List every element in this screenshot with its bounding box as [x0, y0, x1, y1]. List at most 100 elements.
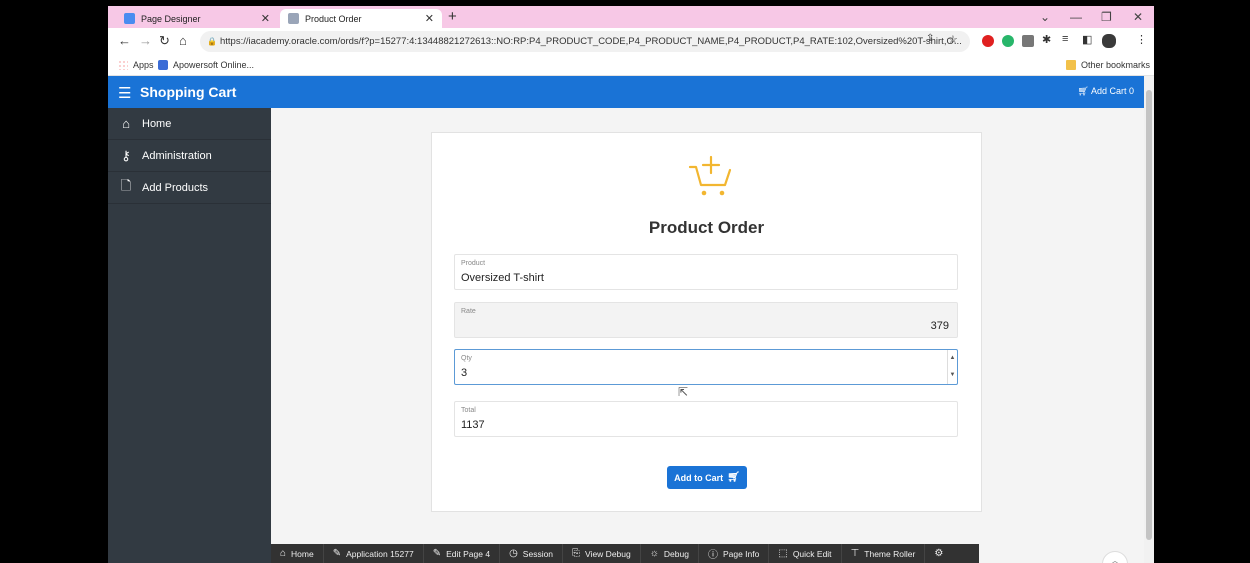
gear-icon: ⚙	[934, 548, 944, 559]
bug-icon: ☼	[649, 548, 659, 559]
product-value: Oversized T-shirt	[461, 272, 544, 284]
app-title[interactable]: Shopping Cart	[140, 84, 236, 100]
reload-button[interactable]: ↻	[159, 33, 170, 49]
minimize-button[interactable]: —	[1070, 10, 1082, 24]
apowersoft-bookmark[interactable]: Apowersoft Online...	[158, 60, 254, 70]
close-window-button[interactable]: ✕	[1133, 10, 1143, 24]
devbar-label: Debug	[663, 548, 689, 559]
back-button[interactable]: ←	[118, 33, 131, 48]
product-order-card: Product Order Product Oversized T-shirt …	[431, 132, 982, 512]
folder-icon	[1066, 60, 1076, 70]
developer-toolbar: ⌂ Home ✎ Application 15277 ✎ Edit Page 4 ◷ S…	[271, 544, 979, 563]
new-tab-button[interactable]: +	[448, 8, 457, 25]
devbar-settings[interactable]: ⚙	[925, 544, 957, 563]
rate-value: 379	[930, 320, 949, 332]
grammarly-extension-icon[interactable]	[1002, 35, 1014, 47]
share-icon[interactable]: ⇪	[926, 33, 934, 44]
devbar-label: Quick Edit	[792, 548, 832, 559]
clock-icon: ◷	[509, 548, 518, 559]
sidebar-item-administration[interactable]: ⚷ Administration	[108, 140, 271, 172]
app-header: ☰ Shopping Cart 🛒︎ Add Cart 0	[108, 76, 1144, 108]
rate-label: Rate	[461, 308, 476, 315]
view-debug-icon: ⎘	[572, 548, 581, 559]
sidebar-item-home[interactable]: ⌂ Home	[108, 108, 271, 140]
extension-icon[interactable]	[1022, 35, 1034, 47]
quick-edit-icon: ⬚	[778, 548, 788, 559]
sidebar-item-label: Home	[142, 117, 172, 130]
tab-page-designer[interactable]: Page Designer ✕	[116, 9, 278, 28]
devbar-label: Home	[291, 548, 314, 559]
menu-dots-icon[interactable]: ⋮	[1136, 33, 1147, 46]
profile-avatar[interactable]	[1102, 34, 1116, 48]
devbar-page-info[interactable]: ⓘ Page Info	[699, 544, 770, 563]
restore-button[interactable]: ❐	[1101, 10, 1112, 24]
add-cart-label: Add Cart 0	[1090, 86, 1134, 96]
reading-list-icon[interactable]: ≡	[1062, 33, 1068, 45]
apps-bookmark[interactable]: Apps	[118, 60, 154, 70]
bookmark-label: Other bookmarks	[1081, 60, 1151, 70]
bookmark-star-icon[interactable]: ☆	[948, 33, 958, 46]
close-icon[interactable]: ✕	[425, 12, 434, 25]
user-key-icon: ⚷	[121, 147, 131, 163]
home-icon: ⌂	[280, 548, 287, 559]
qty-value: 3	[461, 367, 468, 379]
edit-app-icon: ✎	[332, 548, 342, 559]
qty-label: Qty	[461, 355, 472, 362]
cart-icon: 🛒︎	[1077, 86, 1089, 96]
other-bookmarks[interactable]: Other bookmarks	[1066, 60, 1150, 70]
edit-page-icon: ✎	[432, 548, 442, 559]
tab-product-order[interactable]: Product Order ✕	[280, 9, 442, 28]
apowersoft-icon	[158, 60, 168, 70]
total-label: Total	[461, 407, 476, 414]
side-panel-icon[interactable]: ◧	[1082, 33, 1092, 46]
vertical-scrollbar[interactable]	[1144, 76, 1154, 563]
devbar-label: Session	[522, 548, 554, 559]
address-bar: ← → ↻ ⌂ 🔒 https://iacademy.oracle.com/or…	[108, 28, 1154, 55]
product-field[interactable]: Product Oversized T-shirt	[454, 254, 958, 290]
url-input[interactable]: 🔒 https://iacademy.oracle.com/ords/f?p=1…	[200, 31, 970, 52]
forward-button[interactable]: →	[139, 33, 152, 48]
lock-icon: 🔒	[207, 37, 217, 46]
bookmark-label: Apowersoft Online...	[173, 60, 255, 70]
devbar-label: Page Info	[722, 548, 760, 559]
main-content: Product Order Product Oversized T-shirt …	[271, 108, 1144, 563]
devbar-session[interactable]: ◷ Session	[500, 544, 564, 563]
decrement-icon[interactable]: ▼	[948, 367, 957, 384]
scrollbar-thumb[interactable]	[1146, 90, 1152, 540]
paint-roller-icon: ⊤	[850, 548, 860, 559]
tab-strip: Page Designer ✕ Product Order ✕ + ⌄ — ❐ …	[108, 6, 1154, 28]
devbar-label: Theme Roller	[864, 548, 916, 559]
sidebar-item-label: Administration	[142, 149, 212, 162]
file-icon: 🗋	[120, 177, 132, 193]
devbar-application[interactable]: ✎ Application 15277	[324, 544, 424, 563]
hamburger-menu-icon[interactable]: ☰	[118, 84, 131, 102]
product-label: Product	[461, 260, 486, 267]
devbar-quick-edit[interactable]: ⬚ Quick Edit	[769, 544, 842, 563]
devbar-debug[interactable]: ☼ Debug	[641, 544, 699, 563]
devbar-edit-page[interactable]: ✎ Edit Page 4	[424, 544, 501, 563]
home-button[interactable]: ⌂	[179, 33, 187, 48]
qty-field[interactable]: Qty 3 ▲ ▼	[454, 349, 958, 385]
rate-field: Rate 379	[454, 302, 958, 338]
increment-icon[interactable]: ▲	[948, 350, 957, 367]
add-cart-link[interactable]: 🛒︎ Add Cart 0	[1078, 86, 1134, 97]
close-icon[interactable]: ✕	[261, 12, 270, 25]
devbar-label: Edit Page 4	[446, 548, 491, 559]
qty-stepper[interactable]: ▲ ▼	[947, 350, 957, 384]
sidebar-item-add-products[interactable]: 🗋 Add Products	[108, 172, 271, 204]
devbar-theme-roller[interactable]: ⊤ Theme Roller	[842, 544, 926, 563]
browser-window: Page Designer ✕ Product Order ✕ + ⌄ — ❐ …	[108, 6, 1154, 563]
total-field: Total 1137	[454, 401, 958, 437]
tab-search-icon[interactable]: ⌄	[1040, 10, 1050, 24]
add-to-cart-button[interactable]: Add to Cart 🛒︎	[667, 466, 747, 489]
page-title: Product Order	[648, 218, 765, 237]
tab-label: Product Order	[305, 13, 362, 24]
opera-extension-icon[interactable]	[982, 35, 994, 47]
tab-label: Page Designer	[141, 13, 201, 24]
devbar-home[interactable]: ⌂ Home	[271, 544, 324, 563]
devbar-label: Application 15277	[346, 548, 414, 559]
devbar-view-debug[interactable]: ⎘ View Debug	[563, 544, 641, 563]
puzzle-extensions-icon[interactable]: ✱	[1042, 33, 1051, 46]
bookmarks-bar: Apps Apowersoft Online... Other bookmark…	[108, 55, 1154, 76]
page-designer-favicon-icon	[124, 13, 135, 24]
